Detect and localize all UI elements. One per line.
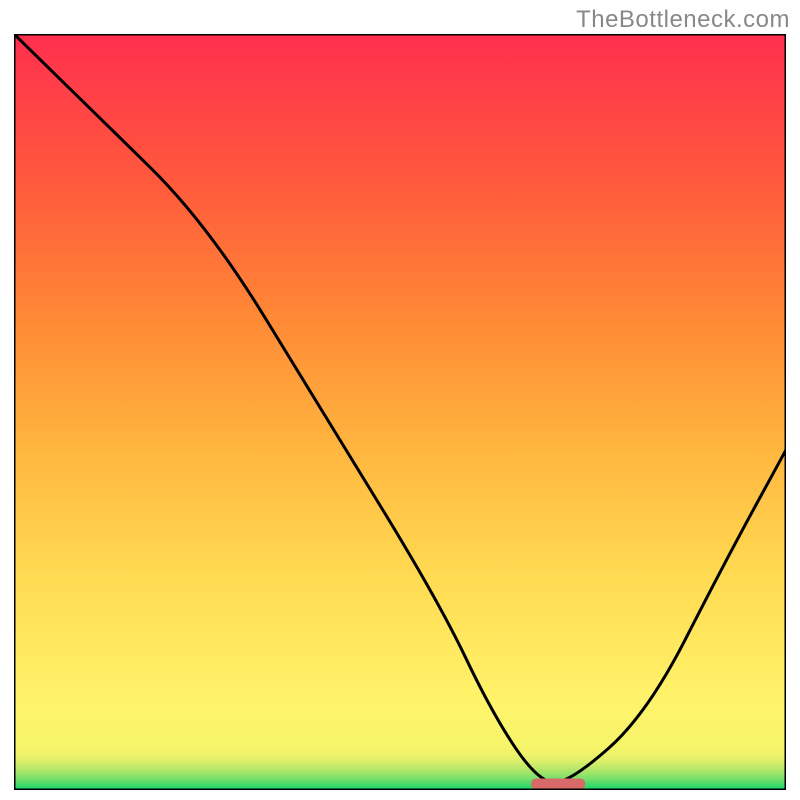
chart-svg <box>14 34 786 790</box>
watermark-text: TheBottleneck.com <box>576 6 790 34</box>
chart-page: TheBottleneck.com <box>0 0 800 800</box>
optimal-range-marker <box>531 778 585 789</box>
chart-plot <box>14 34 786 790</box>
